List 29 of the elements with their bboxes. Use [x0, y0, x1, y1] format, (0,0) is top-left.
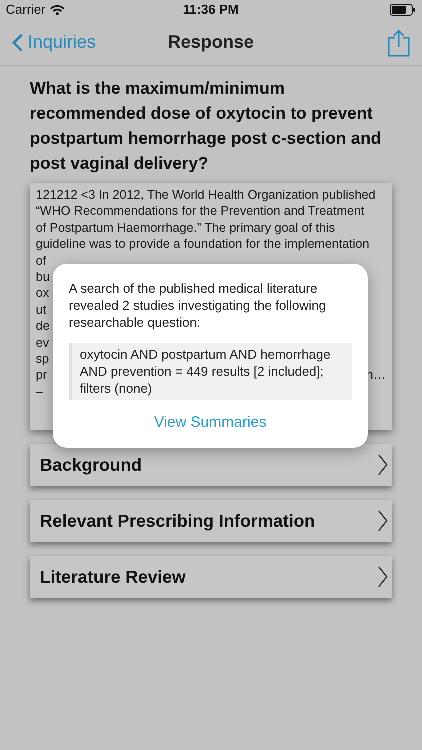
chevron-right-icon — [378, 510, 388, 532]
answer-line: of Postpartum Haemorrhage.” The primary goal of this — [36, 220, 336, 236]
battery-icon — [390, 4, 416, 16]
share-icon[interactable] — [388, 28, 410, 56]
answer-line: “WHO Recommendations for the Prevention and Treatment — [36, 203, 366, 220]
section-row[interactable]: Literature Review — [30, 556, 392, 598]
carrier-label: Carrier — [6, 1, 46, 20]
chevron-right-icon — [378, 454, 388, 476]
chevron-left-icon — [12, 32, 24, 52]
section-row[interactable]: Background — [30, 444, 392, 486]
answer-line: guideline was to provide a foundation for the implementation — [36, 236, 371, 253]
answer-fragment: sp — [36, 350, 50, 368]
search-query: oxytocin AND postpartum AND hemorrhage AND prevention = 449 results [2 included]; filters (none) — [69, 343, 352, 400]
answer-fragment: – — [36, 384, 43, 400]
answer-fragment: ev — [36, 334, 50, 351]
chevron-right-icon — [378, 566, 388, 588]
section-row[interactable]: Relevant Prescribing Information — [30, 500, 392, 542]
answer-fragment: of — [36, 252, 46, 270]
question-text: What is the maximum/minimum recommended dose of oxytocin to prevent postpartum hemorrhage post c-section and post vaginal delivery? — [30, 78, 382, 175]
answer-line: 121212 <3 In 2012, The World Health Organization published — [36, 187, 377, 204]
answer-fragment: pr — [36, 367, 48, 384]
answer-fragment: de — [36, 318, 50, 335]
answer-fragment: ut — [36, 302, 46, 318]
status-time: 11:36 PM — [183, 1, 239, 20]
wifi-icon — [50, 4, 65, 16]
dialog-message: A search of the published medical literature revealed 2 studies investigating the following researchable question: — [69, 280, 328, 331]
answer-fragment: bu — [36, 269, 50, 286]
answer-fragment: ox — [36, 285, 50, 302]
nav-title: Response — [168, 31, 254, 54]
